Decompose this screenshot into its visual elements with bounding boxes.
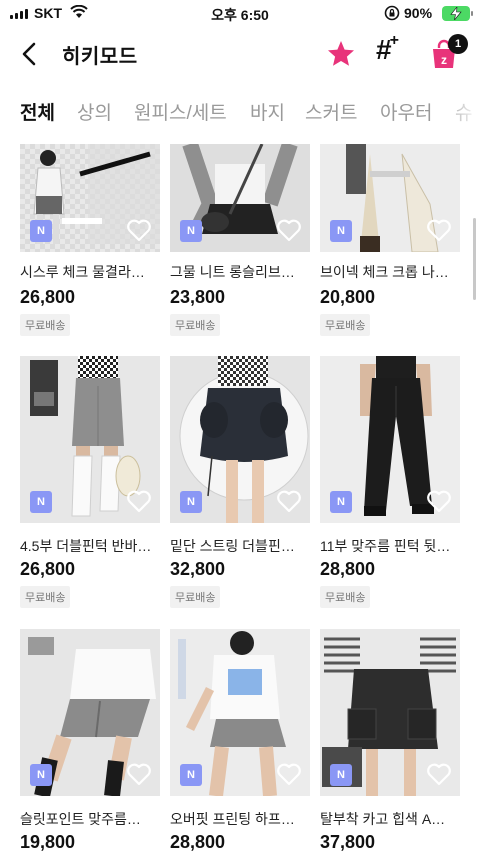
category-tabs: 전체 상의 원피스/세트 바지 스커트 아우터 슈 bbox=[0, 92, 480, 132]
new-badge: N bbox=[30, 220, 52, 242]
heart-icon[interactable] bbox=[426, 489, 452, 513]
shipping-tag: 무료배송 bbox=[170, 586, 221, 608]
tabs-fade-overlay bbox=[440, 92, 480, 132]
product-name[interactable]: 탈부착 카고 힙색 A… bbox=[320, 809, 460, 829]
product-grid: N 시스루 체크 물결라… 26,800 무료배송 N 그물 니트 롱슬리브… … bbox=[0, 144, 480, 854]
status-bar: SKT 오후 6:50 90% bbox=[0, 0, 480, 28]
tab-pants[interactable]: 바지 bbox=[250, 98, 285, 125]
heart-icon[interactable] bbox=[426, 218, 452, 242]
heart-icon[interactable] bbox=[276, 218, 302, 242]
cart-count-badge: 1 bbox=[448, 34, 468, 54]
new-badge: N bbox=[180, 220, 202, 242]
product-name[interactable]: 11부 맞주름 핀턱 뒷… bbox=[320, 536, 460, 556]
product-price: 28,800 bbox=[320, 559, 376, 579]
product-name[interactable]: 브이넥 체크 크롭 나… bbox=[320, 262, 460, 282]
battery-icon bbox=[442, 6, 473, 21]
tab-all[interactable]: 전체 bbox=[20, 98, 55, 125]
tab-skirts[interactable]: 스커트 bbox=[305, 98, 357, 125]
star-icon[interactable] bbox=[326, 39, 356, 69]
new-badge: N bbox=[330, 491, 352, 513]
product-name[interactable]: 4.5부 더블핀턱 반바… bbox=[20, 536, 160, 556]
heart-icon[interactable] bbox=[126, 762, 152, 786]
heart-icon[interactable] bbox=[126, 218, 152, 242]
tab-tops[interactable]: 상의 bbox=[77, 98, 112, 125]
new-badge: N bbox=[30, 491, 52, 513]
svg-text:z: z bbox=[441, 53, 447, 67]
product-price: 32,800 bbox=[170, 559, 226, 579]
new-badge: N bbox=[180, 764, 202, 786]
page-title: 히키모드 bbox=[62, 46, 138, 68]
shipping-tag: 무료배송 bbox=[320, 314, 371, 336]
new-badge: N bbox=[30, 764, 52, 786]
new-badge: N bbox=[180, 491, 202, 513]
new-badge: N bbox=[330, 764, 352, 786]
new-badge: N bbox=[330, 220, 352, 242]
top-app-bar: 히키모드 #+ z 1 bbox=[0, 28, 480, 80]
scrollbar[interactable] bbox=[473, 218, 476, 300]
product-name[interactable]: 오버핏 프린팅 하프… bbox=[170, 809, 310, 829]
product-name[interactable]: 그물 니트 롱슬리브… bbox=[170, 262, 310, 282]
shipping-tag: 무료배송 bbox=[20, 314, 71, 336]
shipping-tag: 무료배송 bbox=[320, 586, 371, 608]
tab-dresses-sets[interactable]: 원피스/세트 bbox=[134, 98, 227, 125]
product-price: 23,800 bbox=[170, 287, 226, 307]
battery-percent: 90% bbox=[404, 5, 433, 21]
shipping-tag: 무료배송 bbox=[20, 586, 71, 608]
heart-icon[interactable] bbox=[276, 489, 302, 513]
product-price: 26,800 bbox=[20, 287, 76, 307]
product-price: 37,800 bbox=[320, 832, 376, 852]
heart-icon[interactable] bbox=[276, 762, 302, 786]
product-price: 20,800 bbox=[320, 287, 376, 307]
back-arrow-icon[interactable] bbox=[16, 40, 44, 68]
hashtag-plus-icon[interactable]: #+ bbox=[376, 32, 399, 64]
shipping-tag: 무료배송 bbox=[170, 314, 221, 336]
product-price: 28,800 bbox=[170, 832, 226, 852]
product-price: 26,800 bbox=[20, 559, 76, 579]
tab-outerwear[interactable]: 아우터 bbox=[380, 98, 432, 125]
product-name[interactable]: 시스루 체크 물결라… bbox=[20, 262, 160, 282]
product-name[interactable]: 밑단 스트링 더블핀… bbox=[170, 536, 310, 556]
product-name[interactable]: 슬릿포인트 맞주름… bbox=[20, 809, 160, 829]
heart-icon[interactable] bbox=[426, 762, 452, 786]
orientation-lock-icon bbox=[384, 5, 400, 21]
product-price: 19,800 bbox=[20, 832, 76, 852]
heart-icon[interactable] bbox=[126, 489, 152, 513]
